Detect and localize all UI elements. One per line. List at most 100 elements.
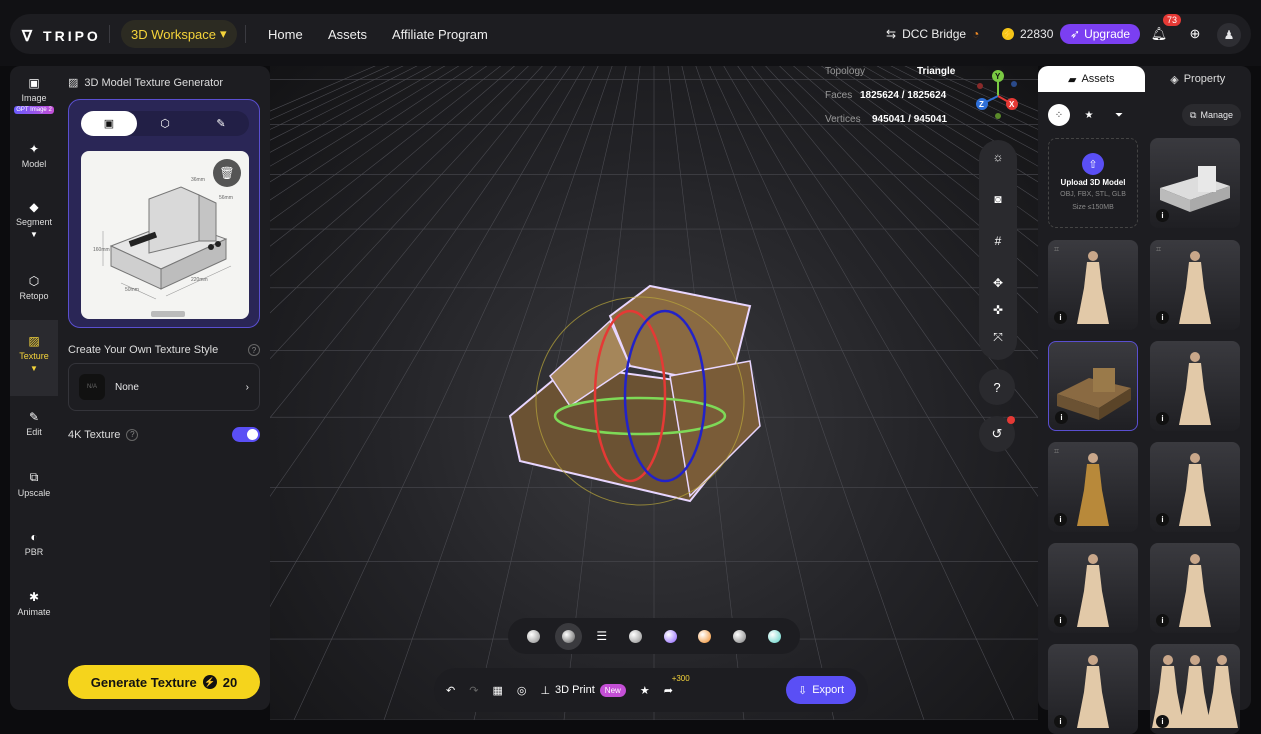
asset-tile[interactable]: ⌗ i <box>1048 240 1138 330</box>
material-teal-icon[interactable] <box>768 629 781 643</box>
rail-item-animate[interactable]: ✱ Animate <box>10 590 58 617</box>
info-icon[interactable]: i <box>1054 715 1067 728</box>
light-icon[interactable]: ☼ <box>979 150 1017 164</box>
dcc-bridge-button[interactable]: ⇆ DCC Bridge ◔ <box>886 27 979 41</box>
tripo-logo-icon: ∇ <box>22 28 36 45</box>
info-icon[interactable]: i <box>1156 209 1169 222</box>
info-icon[interactable]: i <box>1054 311 1067 324</box>
image-mode-tab[interactable]: ▣ <box>81 111 137 136</box>
asset-tile[interactable]: ⌗ i <box>1150 240 1240 330</box>
info-icon[interactable]: i <box>1054 614 1067 627</box>
globe-icon[interactable]: ⊕ <box>1185 24 1205 44</box>
help-icon[interactable]: ? <box>248 344 260 356</box>
avatar[interactable]: ♟ <box>1217 23 1241 47</box>
share-button[interactable]: ➦ +300 <box>664 674 690 697</box>
tab-assets[interactable]: ▰ Assets <box>1038 66 1145 92</box>
3d-viewport[interactable]: Topology Triangle Faces 1825624 / 182562… <box>270 66 1038 720</box>
3d-print-button[interactable]: ⊥ 3D Print New <box>540 683 626 697</box>
info-icon[interactable]: i <box>1054 513 1067 526</box>
info-icon[interactable]: i <box>1156 614 1169 627</box>
asset-tile[interactable]: i <box>1048 644 1138 734</box>
texture-style-selector[interactable]: N/A None › <box>68 363 260 411</box>
rail-item-edit[interactable]: ✎ Edit <box>10 410 58 437</box>
rail-item-model[interactable]: ✦ Model <box>10 142 58 169</box>
rail-item-label: Retopo <box>19 291 49 301</box>
material-shaded-icon[interactable] <box>561 629 575 643</box>
ar-view-icon[interactable]: ◎ <box>517 684 527 697</box>
sliders-icon[interactable]: ☰ <box>596 629 607 643</box>
asset-tile[interactable]: i <box>1048 543 1138 633</box>
asset-tile[interactable]: i <box>1150 341 1240 431</box>
nav-home[interactable]: Home <box>268 27 303 42</box>
info-icon[interactable]: i <box>1156 311 1169 324</box>
fourk-toggle[interactable] <box>232 427 260 442</box>
funnel-filter-icon[interactable]: ⏷ <box>1108 104 1130 126</box>
brand-name: TRIPO <box>43 28 101 44</box>
delete-image-button[interactable]: 🗑︎ <box>213 159 241 187</box>
move-icon[interactable]: ✥ <box>979 276 1017 290</box>
help-icon[interactable]: ? <box>126 428 139 441</box>
asset-tile[interactable]: i <box>1150 138 1240 228</box>
rail-item-upscale[interactable]: ⧉ Upscale <box>10 470 58 498</box>
reference-image[interactable]: 160mm 220mm 50mm 36mm 56mm 🗑︎ <box>81 151 249 319</box>
image-icon: ▣ <box>28 76 40 90</box>
info-icon[interactable]: i <box>1156 412 1169 425</box>
rail-item-texture[interactable]: ▨ Texture ▼ <box>10 320 58 396</box>
asset-tile[interactable]: i <box>1150 543 1240 633</box>
camera-icon[interactable]: ◙ <box>979 192 1017 206</box>
info-icon[interactable]: i <box>1055 411 1068 424</box>
textured-model[interactable] <box>490 266 790 516</box>
workspace-dropdown[interactable]: 3D Workspace ▾ <box>121 20 237 48</box>
upload-3d-model[interactable]: ⇧ Upload 3D Model OBJ, FBX, STL, GLB Siz… <box>1048 138 1138 228</box>
info-icon[interactable]: i <box>1156 513 1169 526</box>
material-purple-icon[interactable] <box>663 629 677 643</box>
share-bonus: +300 <box>671 673 690 683</box>
asset-tile[interactable]: i <box>1150 644 1240 734</box>
orbit-icon[interactable]: ✜ <box>979 303 1017 317</box>
caret-down-icon: ▼ <box>30 230 38 239</box>
credits-display[interactable]: ⚡ 22830 <box>1002 27 1053 41</box>
tab-property[interactable]: ◈ Property <box>1145 66 1252 92</box>
material-orange-icon[interactable] <box>698 629 712 643</box>
gift-icon[interactable]: ▦ <box>492 684 502 697</box>
cube-outline-icon: ⬡ <box>160 118 170 130</box>
asset-tile[interactable]: i <box>1048 341 1138 431</box>
action-bar: ↶ ↷ ▦ ◎ ⊥ 3D Print New ★ ➦ +300 ⇩ Export <box>434 668 868 712</box>
rail-item-pbr[interactable]: ◐ PBR <box>10 530 58 557</box>
grid-toggle-icon[interactable]: # <box>979 234 1017 248</box>
draw-mode-tab[interactable]: ✎ <box>193 111 249 136</box>
rail-item-retopo[interactable]: ⬡ Retopo <box>10 274 58 301</box>
grid-filter-icon[interactable]: ⁘ <box>1048 104 1070 126</box>
generate-texture-button[interactable]: Generate Texture ⚡ 20 <box>68 665 260 699</box>
bell-icon[interactable]: 🔔︎ <box>1149 24 1169 44</box>
axis-gizmo[interactable]: Y Z X <box>970 68 1026 124</box>
asset-tile[interactable]: ⌗ i <box>1048 442 1138 532</box>
chevron-right-icon: › <box>245 381 249 393</box>
export-button[interactable]: ⇩ Export <box>785 676 856 704</box>
info-icon[interactable]: i <box>1156 715 1169 728</box>
fit-view-icon[interactable]: ⤧ <box>979 330 1017 345</box>
upgrade-button[interactable]: ➶ Upgrade <box>1060 24 1141 44</box>
nav-assets[interactable]: Assets <box>328 27 367 42</box>
upload-size: Size ≤150MB <box>1072 204 1114 211</box>
undo-icon[interactable]: ↶ <box>446 684 455 697</box>
brand-logo[interactable]: ∇ TRIPO <box>22 27 101 45</box>
tab-property-label: Property <box>1183 73 1226 85</box>
axis-z-label: Z <box>979 100 984 109</box>
star-filter-icon[interactable]: ★ <box>1078 104 1100 126</box>
asset-tile[interactable]: i <box>1150 442 1240 532</box>
material-chrome-icon[interactable] <box>733 629 747 643</box>
manage-label: Manage <box>1200 110 1233 120</box>
rail-item-segment[interactable]: ◆ Segment ▼ <box>10 200 58 239</box>
history-icon: ↺ <box>991 426 1003 441</box>
model-mode-tab[interactable]: ⬡ <box>137 111 193 136</box>
help-button[interactable]: ? <box>979 369 1015 405</box>
manage-button[interactable]: ⧉ Manage <box>1182 104 1241 126</box>
rail-item-image[interactable]: ▣ Image GPT Image 2 <box>10 76 58 114</box>
material-clay-icon[interactable] <box>526 629 540 643</box>
nav-affiliate-program[interactable]: Affiliate Program <box>392 27 488 42</box>
rail-item-label: Animate <box>17 607 51 617</box>
material-gray-icon[interactable] <box>628 629 642 643</box>
redo-icon[interactable]: ↷ <box>469 684 478 697</box>
star-icon[interactable]: ★ <box>640 684 650 697</box>
